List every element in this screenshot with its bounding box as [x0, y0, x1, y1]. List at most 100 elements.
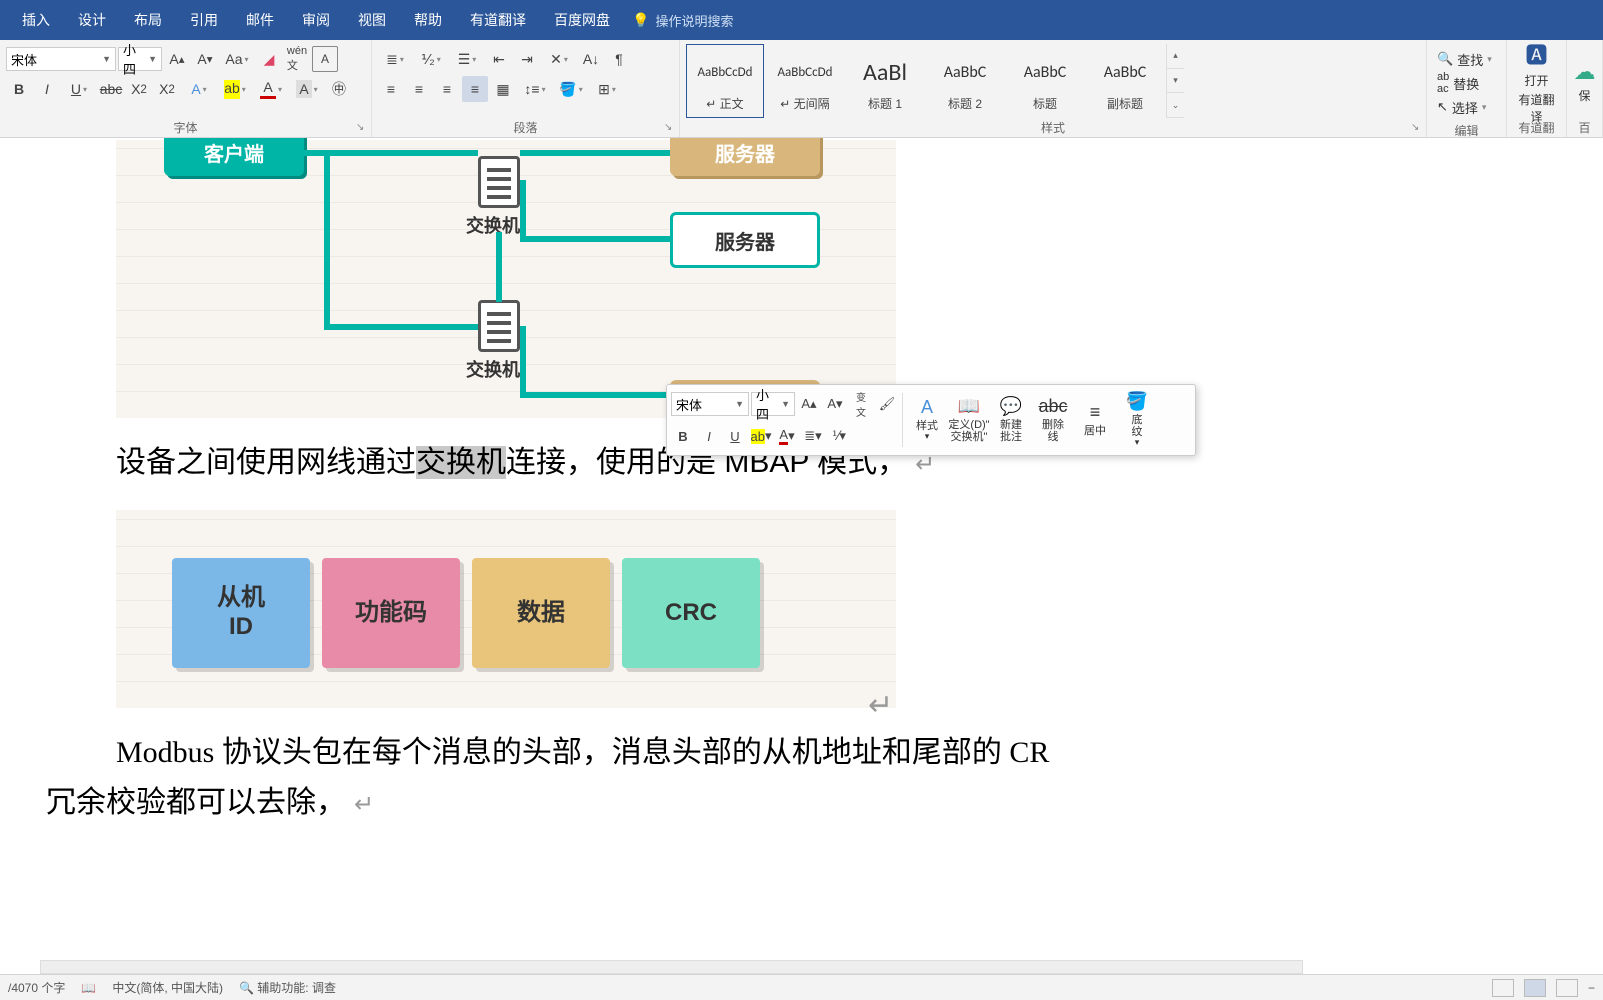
body-line-2[interactable]: Modbus 协议头包在每个消息的头部，消息头部的从机地址和尾部的 CR: [116, 730, 1049, 775]
baidu-button[interactable]: ☁ 保: [1573, 44, 1596, 118]
menu-help[interactable]: 帮助: [400, 0, 456, 40]
decrease-indent-button[interactable]: ⇤: [486, 46, 512, 72]
superscript-button[interactable]: X2: [154, 76, 180, 102]
mini-italic[interactable]: I: [697, 424, 721, 448]
horizontal-scrollbar[interactable]: [40, 960, 1303, 974]
mini-define[interactable]: 📖定义(D)"交换机": [948, 389, 990, 451]
paragraph-dialog-launcher[interactable]: ↘: [664, 122, 676, 134]
document-area[interactable]: 客户端 服务器 服务器 交换机 交换机 设备之间使用网线通过交换机连接，使用的是…: [0, 138, 1603, 958]
style-gallery: AaBbCcDd↵ 正文 AaBbCcDd↵ 无间隔 AaBl标题 1 AaBb…: [686, 44, 1184, 118]
menu-insert[interactable]: 插入: [8, 0, 64, 40]
menu-youdao[interactable]: 有道翻译: [456, 0, 540, 40]
font-color-button[interactable]: A▾: [254, 76, 288, 102]
style-subtitle[interactable]: AaBbC副标题: [1086, 44, 1164, 118]
diagram-switch2: [478, 300, 520, 352]
strikethrough-button[interactable]: abc: [98, 76, 124, 102]
mini-bold[interactable]: B: [671, 424, 695, 448]
accessibility-status[interactable]: 🔍 辅助功能: 调查: [239, 979, 336, 996]
find-button[interactable]: 🔍查找▾: [1435, 48, 1494, 70]
mini-highlight[interactable]: ab▾: [749, 424, 773, 448]
select-button[interactable]: ↖选择▾: [1435, 96, 1494, 118]
mini-comment[interactable]: 💬新建批注: [990, 389, 1032, 451]
mini-phonetic[interactable]: 变文: [849, 392, 873, 416]
mini-shrink-font[interactable]: A▾: [823, 392, 847, 416]
menu-design[interactable]: 设计: [64, 0, 120, 40]
grow-font-button[interactable]: A▴: [164, 46, 190, 72]
align-right-button[interactable]: ≡: [434, 76, 460, 102]
menu-references[interactable]: 引用: [176, 0, 232, 40]
bold-button[interactable]: B: [6, 76, 32, 102]
shrink-font-button[interactable]: A▾: [192, 46, 218, 72]
font-name-combo[interactable]: 宋体▼: [6, 47, 116, 71]
text-effects-button[interactable]: A▾: [182, 76, 216, 102]
shading-button[interactable]: 🪣▾: [554, 76, 588, 102]
mini-center[interactable]: ≡居中: [1074, 389, 1116, 451]
font-dialog-launcher[interactable]: ↘: [356, 122, 368, 134]
menu-mailings[interactable]: 邮件: [232, 0, 288, 40]
menu-baidu[interactable]: 百度网盘: [540, 0, 624, 40]
spell-check-icon[interactable]: 📖: [81, 981, 96, 995]
numbering-button[interactable]: ⅟₂▾: [414, 46, 448, 72]
mini-font-name[interactable]: 宋体▼: [671, 392, 749, 416]
comment-icon: 💬: [1000, 397, 1022, 419]
body-line-3[interactable]: 冗余校验都可以去除，↵: [46, 780, 374, 825]
view-web-layout[interactable]: [1556, 979, 1578, 997]
style-title[interactable]: AaBbC标题: [1006, 44, 1084, 118]
style-normal[interactable]: AaBbCcDd↵ 正文: [686, 44, 764, 118]
sort-button[interactable]: A↓: [578, 46, 604, 72]
packet-diagram: 从机ID 功能码 数据 CRC: [116, 510, 896, 708]
phonetic-guide-button[interactable]: wén文: [284, 46, 310, 72]
style-gallery-spinner[interactable]: ▴▾⌄: [1166, 44, 1184, 118]
subscript-button[interactable]: X2: [126, 76, 152, 102]
ribbon-group-youdao: 🅰 打开 有道翻译 有道翻译: [1507, 40, 1567, 137]
enclose-char-button[interactable]: A: [312, 46, 338, 72]
menu-view[interactable]: 视图: [344, 0, 400, 40]
view-print-layout[interactable]: [1524, 979, 1546, 997]
word-count[interactable]: /4070 个字: [8, 979, 65, 996]
increase-indent-button[interactable]: ⇥: [514, 46, 540, 72]
styles-dialog-launcher[interactable]: ↘: [1411, 122, 1423, 134]
italic-button[interactable]: I: [34, 76, 60, 102]
font-size-combo[interactable]: 小四▼: [118, 47, 162, 71]
mini-font-color[interactable]: A▾: [775, 424, 799, 448]
language-status[interactable]: 中文(简体, 中国大陆): [112, 979, 223, 996]
mini-format-painter[interactable]: 🖌: [875, 392, 899, 416]
distributed-button[interactable]: ▦: [490, 76, 516, 102]
youdao-open-button[interactable]: 🅰 打开 有道翻译: [1513, 44, 1560, 118]
line-spacing-button[interactable]: ↕≡▾: [518, 76, 552, 102]
mini-strike[interactable]: abc删除线: [1032, 389, 1074, 451]
diagram-switch2-label: 交换机: [466, 356, 520, 382]
multilevel-list-button[interactable]: ☰▾: [450, 46, 484, 72]
tell-me-search[interactable]: 操作说明搜索: [655, 11, 733, 30]
bullets-button[interactable]: ≣▾: [378, 46, 412, 72]
align-left-button[interactable]: ≡: [378, 76, 404, 102]
search-icon: 🔍: [1437, 51, 1453, 67]
style-heading1[interactable]: AaBl标题 1: [846, 44, 924, 118]
menu-layout[interactable]: 布局: [120, 0, 176, 40]
mini-font-size[interactable]: 小四▼: [751, 392, 795, 416]
align-center-button[interactable]: ≡: [406, 76, 432, 102]
view-read-mode[interactable]: [1492, 979, 1514, 997]
asian-layout-button[interactable]: ✕▾: [542, 46, 576, 72]
style-heading2[interactable]: AaBbC标题 2: [926, 44, 1004, 118]
replace-button[interactable]: abac替换: [1435, 72, 1494, 94]
mini-grow-font[interactable]: A▴: [797, 392, 821, 416]
mini-styles[interactable]: A样式▾: [906, 389, 948, 451]
mini-shading[interactable]: 🪣底纹▾: [1116, 389, 1158, 451]
borders-button[interactable]: ⊞▾: [590, 76, 624, 102]
clear-formatting-button[interactable]: ◢: [256, 46, 282, 72]
char-shading-button[interactable]: A▾: [290, 76, 324, 102]
menu-review[interactable]: 审阅: [288, 0, 344, 40]
char-border-button[interactable]: ㊥: [326, 76, 352, 102]
mini-underline[interactable]: U: [723, 424, 747, 448]
ribbon-group-baidu: ☁ 保 百度: [1567, 40, 1603, 137]
style-nospacing[interactable]: AaBbCcDd↵ 无间隔: [766, 44, 844, 118]
highlight-button[interactable]: ab▾: [218, 76, 252, 102]
zoom-out-button[interactable]: −: [1588, 981, 1595, 995]
change-case-button[interactable]: Aa▾: [220, 46, 254, 72]
mini-numbering[interactable]: ⅟▾: [827, 424, 851, 448]
underline-button[interactable]: U▾: [62, 76, 96, 102]
show-marks-button[interactable]: ¶: [606, 46, 632, 72]
justify-button[interactable]: ≡: [462, 76, 488, 102]
mini-bullets[interactable]: ≣▾: [801, 424, 825, 448]
